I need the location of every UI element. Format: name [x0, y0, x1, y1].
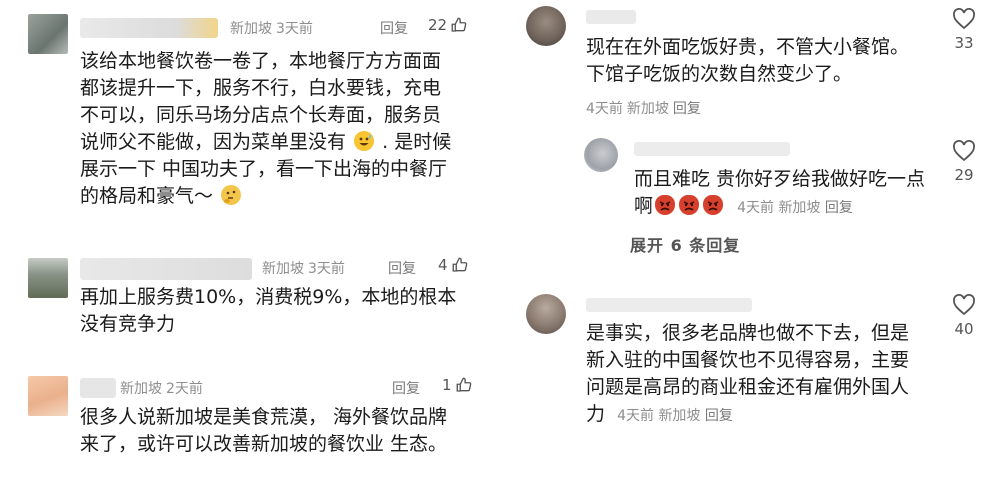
timestamp: 3天前 [308, 261, 345, 277]
avatar[interactable] [28, 14, 68, 54]
like-button[interactable]: 29 [944, 140, 984, 184]
like-button[interactable]: 22 [428, 16, 468, 34]
sweat-smile-emoji [354, 131, 375, 151]
like-count: 40 [954, 320, 974, 338]
location: 新加坡 [230, 21, 272, 37]
avatar[interactable] [526, 294, 566, 334]
timestamp: 4天前 [737, 200, 774, 216]
text-line: 问题是高昂的商业租金还有雇佣外国人 [586, 376, 910, 398]
username-blurred[interactable] [586, 10, 636, 24]
thinking-emoji [221, 185, 242, 205]
avatar[interactable] [28, 376, 68, 416]
like-button[interactable]: 1 [442, 376, 473, 394]
comment-meta: 新加坡 3天前 [262, 258, 349, 278]
right-comment-panel: 现在在外面吃饭好贵，不管大小餐馆。 下馆子吃饭的次数自然变少了。 4天前 新加坡回… [500, 0, 1000, 482]
like-count: 33 [954, 34, 974, 52]
text-line: 啊 4天前 新加坡 回复 [634, 195, 853, 217]
location: 新加坡 [120, 381, 162, 397]
heart-icon [953, 294, 975, 316]
text-line: 该给本地餐饮卷一卷了，本地餐厅方方面面 [80, 50, 442, 72]
comment-text: 是事实，很多老品牌也做不下去，但是 新入驻的中国餐饮也不见得容易，主要 问题是高… [586, 320, 936, 430]
reply-button[interactable]: 回复 [388, 258, 416, 278]
left-comment-panel: 新加坡 3天前 回复 22 该给本地餐饮卷一卷了，本地餐厅方方面面 都该提升一下，… [0, 0, 500, 482]
text-line: 都该提升一下，服务不行，白水要钱，充电 [80, 77, 442, 99]
text-line: 是事实，很多老品牌也做不下去，但是 [586, 322, 910, 344]
text-line: 再加上服务费10%，消费税9%，本地的根本 [80, 286, 457, 308]
comment-meta: 4天前 新加坡 回复 [617, 408, 733, 424]
thumbs-up-icon [456, 377, 471, 392]
location: 新加坡 [658, 408, 701, 424]
text-line: 说师父不能做，因为菜单里没有 . 是时候 [80, 131, 452, 153]
username-blurred[interactable] [634, 142, 790, 156]
reply-button[interactable]: 回复 [825, 200, 853, 216]
text-line: 而且难吃 贵你好歹给我做好吃一点 [634, 168, 926, 190]
comment-meta: 新加坡 3天前 [230, 18, 317, 38]
avatar[interactable] [28, 258, 68, 298]
text-line: 力 4天前 新加坡 回复 [586, 403, 733, 425]
text-line: 展示一下 中国功夫了，看一下出海的中餐厅 [80, 158, 448, 180]
text-line: 没有竞争力 [80, 313, 176, 335]
username-blurred[interactable] [586, 298, 752, 312]
heart-icon [953, 8, 975, 30]
timestamp: 4天前 [586, 101, 623, 117]
location: 新加坡 [262, 261, 304, 277]
username-blurred[interactable] [80, 18, 218, 38]
like-button[interactable]: 33 [944, 8, 984, 52]
like-count: 29 [954, 166, 974, 184]
comment-text: 再加上服务费10%，消费税9%，本地的根本 没有竞争力 [80, 284, 490, 338]
username-blurred[interactable] [80, 258, 252, 280]
reply-button[interactable]: 回复 [380, 18, 408, 38]
comment-meta: 4天前 新加坡 回复 [586, 98, 705, 118]
comment-meta: 4天前 新加坡 回复 [737, 200, 853, 216]
reply-button[interactable]: 回复 [673, 101, 701, 117]
like-count: 1 [442, 376, 452, 394]
text-line: 来了，或许可以改善新加坡的餐饮业 生态。 [80, 433, 448, 455]
text-line: 很多人说新加坡是美食荒漠， 海外餐饮品牌 [80, 406, 448, 428]
timestamp: 4天前 [617, 408, 654, 424]
like-count: 4 [438, 256, 448, 274]
angry-face-emoji [679, 195, 700, 215]
text-line: 下馆子吃饭的次数自然变少了。 [586, 63, 853, 85]
comment-text: 该给本地餐饮卷一卷了，本地餐厅方方面面 都该提升一下，服务不行，白水要钱，充电 … [80, 48, 490, 210]
timestamp: 3天前 [276, 21, 313, 37]
location: 新加坡 [778, 200, 821, 216]
comment-1: 新加坡 3天前 回复 22 该给本地餐饮卷一卷了，本地餐厅方方面面 都该提升一下，… [0, 0, 500, 240]
like-count: 22 [428, 16, 448, 34]
username-blurred[interactable] [80, 378, 116, 398]
text-line: 的格局和豪气～ [80, 183, 490, 210]
comment-text: 很多人说新加坡是美食荒漠， 海外餐饮品牌 来了，或许可以改善新加坡的餐饮业 生态… [80, 404, 490, 458]
reply-button[interactable]: 回复 [705, 408, 733, 424]
comment-text: 现在在外面吃饭好贵，不管大小餐馆。 下馆子吃饭的次数自然变少了。 [586, 34, 936, 88]
heart-icon [953, 140, 975, 162]
like-button[interactable]: 40 [944, 294, 984, 338]
comment-meta: 新加坡 2天前 [120, 378, 207, 398]
comment-2: 新加坡 3天前 回复 4 再加上服务费10%，消费税9%，本地的根本 没有竞争力 [0, 250, 500, 360]
comment-r3: 是事实，很多老品牌也做不下去，但是 新入驻的中国餐饮也不见得容易，主要 问题是高… [500, 288, 1000, 482]
avatar[interactable] [526, 6, 566, 46]
comment-text: 而且难吃 贵你好歹给我做好吃一点 啊 4天前 新加坡 回复 [634, 166, 934, 222]
text-line: 新入驻的中国餐饮也不见得容易，主要 [586, 349, 910, 371]
reply-button[interactable]: 回复 [392, 378, 420, 398]
expand-replies-button[interactable]: 展开 6 条回复 [630, 232, 740, 256]
text-line: 现在在外面吃饭好贵，不管大小餐馆。 [586, 36, 910, 58]
thumbs-up-icon [452, 257, 467, 272]
angry-face-emoji [703, 195, 724, 215]
timestamp: 2天前 [166, 381, 203, 397]
like-button[interactable]: 4 [438, 256, 469, 274]
avatar[interactable] [584, 138, 618, 172]
text-line: 不可以，同乐马场分店点个长寿面，服务员 [80, 104, 442, 126]
comment-r1: 现在在外面吃饭好贵，不管大小餐馆。 下馆子吃饭的次数自然变少了。 4天前 新加坡回… [500, 0, 1000, 125]
thumbs-up-icon [451, 17, 467, 32]
comment-r2-reply: 而且难吃 贵你好歹给我做好吃一点 啊 4天前 新加坡 回复 29 展开 6 条回… [500, 132, 1000, 262]
comment-3: 新加坡 2天前 回复 1 很多人说新加坡是美食荒漠， 海外餐饮品牌 来了，或许可以… [0, 368, 500, 482]
angry-face-emoji [655, 195, 676, 215]
location: 新加坡 [626, 101, 669, 117]
